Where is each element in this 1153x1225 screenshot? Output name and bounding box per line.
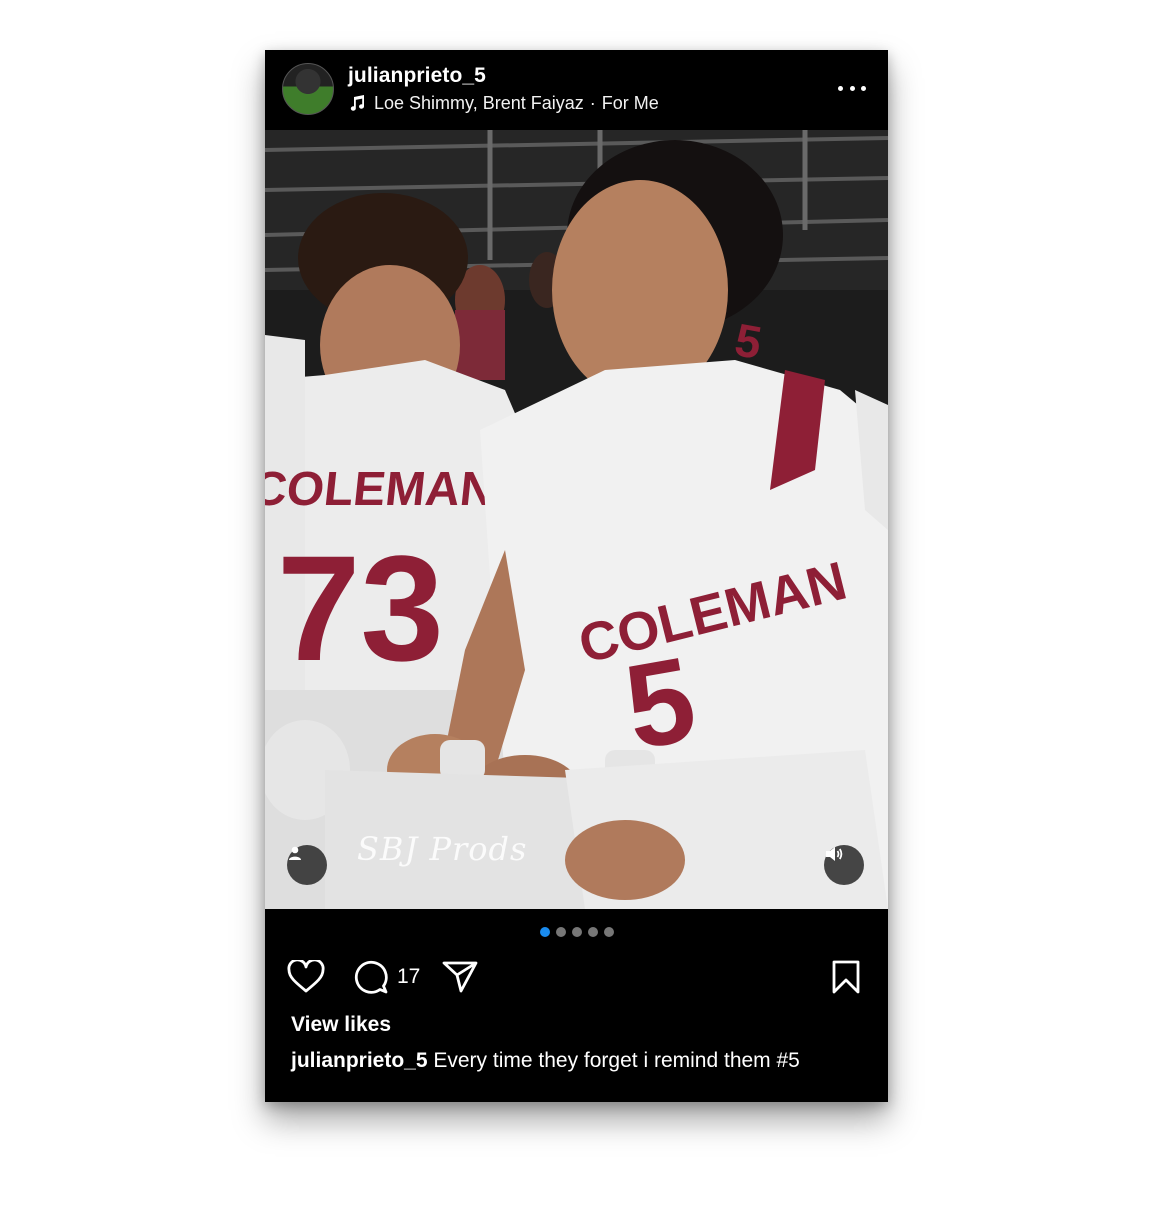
music-artists: Loe Shimmy, Brent Faiyaz — [374, 92, 584, 113]
post-caption: julianprieto_5 Every time they forget i … — [291, 1046, 851, 1075]
comment-count[interactable]: 17 — [397, 965, 420, 989]
carousel-dot — [603, 927, 614, 937]
view-likes-link[interactable]: View likes — [291, 1013, 391, 1037]
carousel-indicator — [265, 927, 888, 937]
more-icon — [838, 85, 843, 91]
caption-username[interactable]: julianprieto_5 — [291, 1049, 428, 1072]
post-photo[interactable]: COLEMAN 73 COLEMAN 5 5 SBJ Prods — [265, 130, 888, 909]
jersey-left-number: 73 — [277, 524, 444, 692]
post-header: julianprieto_5 Loe Shimmy, Brent Faiyaz … — [265, 50, 888, 130]
photo-illustration: COLEMAN 73 COLEMAN 5 5 — [265, 130, 888, 909]
comment-icon — [354, 960, 388, 994]
music-song: For Me — [601, 92, 659, 113]
comment-button[interactable] — [349, 955, 393, 999]
carousel-dot — [571, 927, 582, 937]
profile-avatar[interactable] — [282, 63, 334, 115]
like-button[interactable] — [284, 955, 328, 999]
share-button[interactable] — [438, 955, 482, 999]
carousel-dot — [539, 927, 550, 937]
save-button[interactable] — [824, 955, 868, 999]
send-icon — [442, 961, 478, 993]
music-note-icon — [350, 95, 365, 111]
music-info[interactable]: Loe Shimmy, Brent Faiyaz · For Me — [348, 92, 659, 114]
caption-text: Every time they forget i remind them #5 — [433, 1049, 800, 1072]
post-username[interactable]: julianprieto_5 — [348, 64, 486, 88]
tagged-people-button[interactable] — [287, 845, 327, 885]
speaker-icon — [826, 847, 843, 861]
more-options-button[interactable] — [838, 76, 866, 100]
music-separator: · — [589, 92, 596, 113]
carousel-dot — [587, 927, 598, 937]
carousel-dot — [555, 927, 566, 937]
jersey-left-team: COLEMAN — [265, 462, 498, 516]
bookmark-icon — [832, 960, 860, 994]
post-actions: 17 — [265, 955, 888, 1001]
photo-watermark: SBJ Prods — [357, 830, 528, 868]
sound-toggle-button[interactable] — [824, 845, 864, 885]
person-tag-icon — [289, 846, 301, 860]
instagram-post: julianprieto_5 Loe Shimmy, Brent Faiyaz … — [265, 50, 888, 1102]
heart-icon — [287, 960, 325, 993]
